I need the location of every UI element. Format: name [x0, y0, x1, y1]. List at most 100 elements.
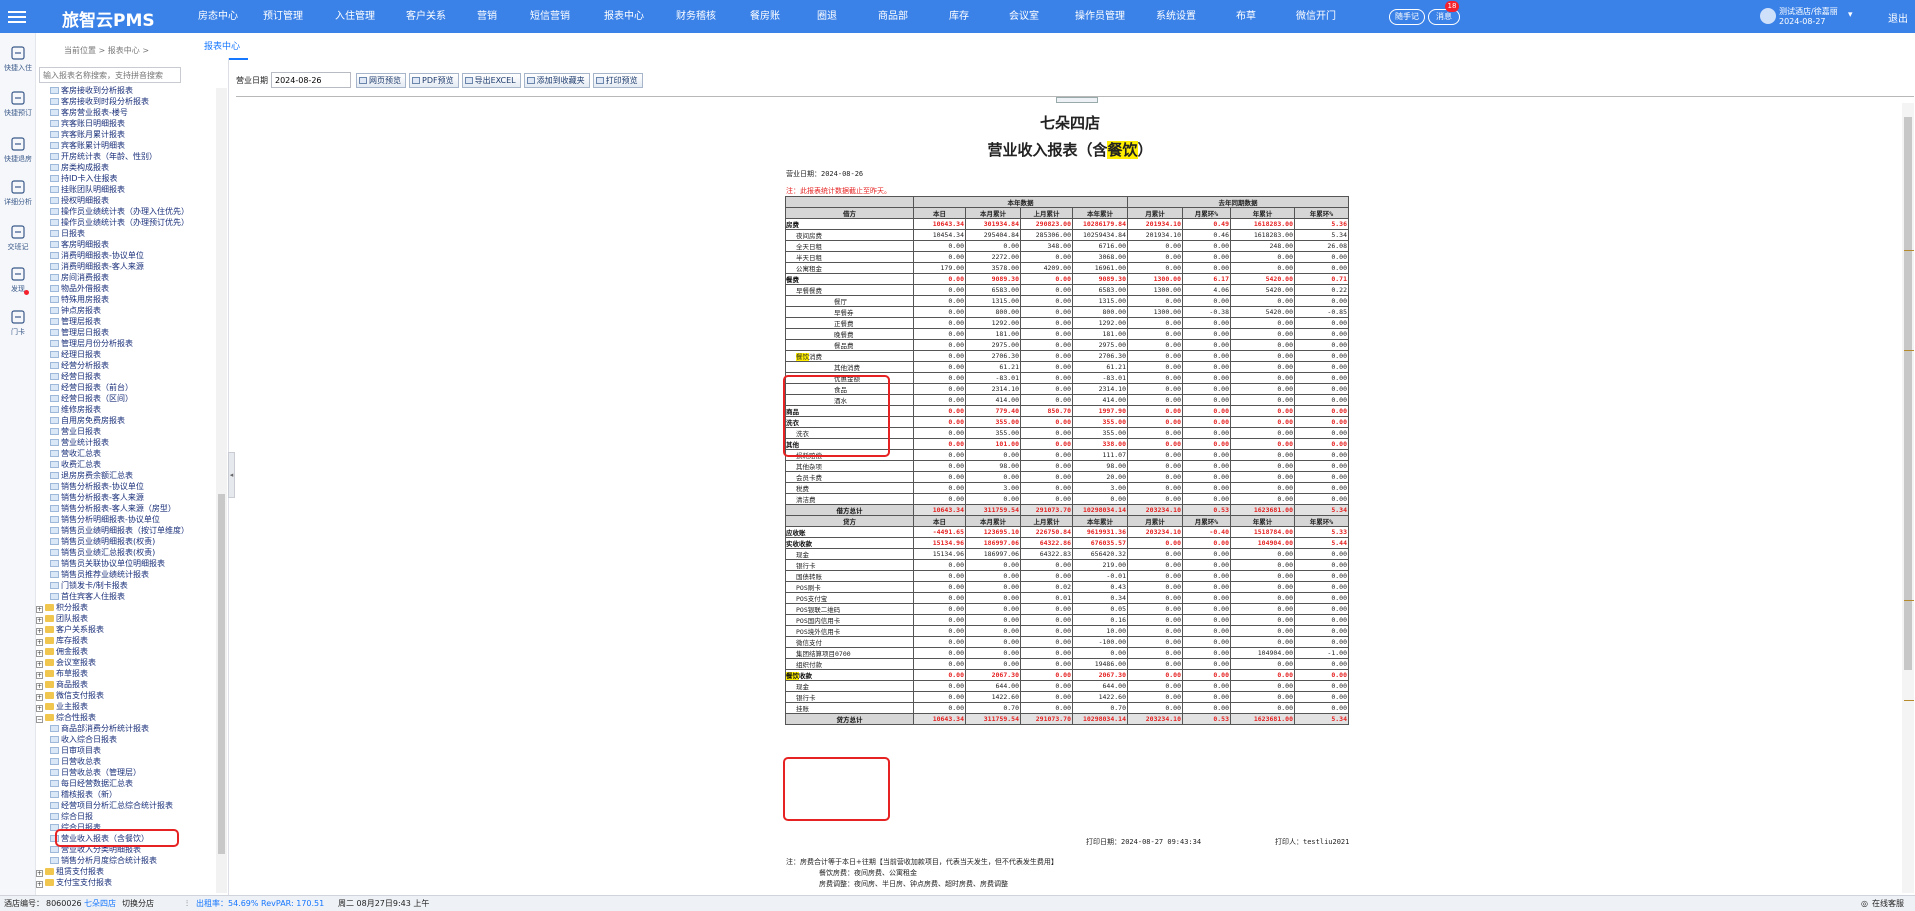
- rail-item[interactable]: 交班记: [0, 224, 36, 252]
- tree-folder[interactable]: − 综合性报表: [36, 712, 96, 723]
- tree-folder[interactable]: + 库存报表: [36, 635, 88, 646]
- tree-item[interactable]: 客房明细报表: [50, 239, 109, 250]
- tree-folder[interactable]: + 支付宝支付报表: [36, 877, 112, 888]
- nav-item[interactable]: 微信开门: [1280, 0, 1352, 33]
- tree-item[interactable]: 销售员业绩明细报表(权责): [50, 536, 155, 547]
- rail-item[interactable]: 门卡: [0, 309, 36, 337]
- tree-item[interactable]: 持ID卡入住报表: [50, 173, 118, 184]
- tree-folder[interactable]: + 积分报表: [36, 602, 88, 613]
- tree-item[interactable]: 挂账团队明细报表: [50, 184, 125, 195]
- tree-folder[interactable]: + 客户关系报表: [36, 624, 104, 635]
- nav-item[interactable]: 房态中心: [190, 0, 246, 33]
- tree-item[interactable]: 客房接收到时段分析报表: [50, 96, 149, 107]
- tree-folder[interactable]: + 团队报表: [36, 613, 88, 624]
- tree-item[interactable]: 授权明细报表: [50, 195, 109, 206]
- tree-item[interactable]: 消费明细报表-客人来源: [50, 261, 144, 272]
- tree-item[interactable]: 特殊用房报表: [50, 294, 109, 305]
- tree-folder[interactable]: + 会议室报表: [36, 657, 96, 668]
- chevron-down-icon[interactable]: ▾: [1848, 10, 1853, 20]
- nav-item[interactable]: 财务稽核: [660, 0, 732, 33]
- expand-toggle-icon[interactable]: +: [36, 650, 43, 657]
- expand-toggle-icon[interactable]: +: [36, 870, 43, 877]
- tree-item[interactable]: 经营日报表: [50, 371, 101, 382]
- tree-item[interactable]: 管理层日报表: [50, 327, 109, 338]
- expand-toggle-icon[interactable]: +: [36, 606, 43, 613]
- tree-item[interactable]: 门锁发卡/制卡报表: [50, 580, 128, 591]
- avatar[interactable]: [1760, 8, 1776, 24]
- tree-item[interactable]: 自用房免费房报表: [50, 415, 125, 426]
- expand-toggle-icon[interactable]: −: [36, 716, 43, 723]
- toolbar-button[interactable]: 添加到收藏夹: [523, 72, 590, 88]
- rail-item[interactable]: 快捷退房: [0, 136, 36, 164]
- tree-item[interactable]: 日报表: [50, 228, 85, 239]
- nav-item[interactable]: 短信营销: [512, 0, 588, 33]
- tree-item[interactable]: 经营项目分析汇总综合统计报表: [50, 800, 173, 811]
- tree-item[interactable]: 商品部消费分析统计报表: [50, 723, 149, 734]
- expand-toggle-icon[interactable]: +: [36, 672, 43, 679]
- tree-item[interactable]: 日审项目表: [50, 745, 101, 756]
- report-scrollbar-thumb[interactable]: [1904, 117, 1912, 670]
- tree-item[interactable]: 综合日报: [50, 811, 93, 822]
- switch-branch-link[interactable]: 切换分店: [122, 896, 154, 911]
- nav-item[interactable]: 客户关系: [390, 0, 462, 33]
- tree-item[interactable]: 销售员关联协议单位明细报表: [50, 558, 165, 569]
- tree-item[interactable]: 日营收总表: [50, 756, 101, 767]
- headset-icon[interactable]: ◎: [1861, 896, 1868, 911]
- expand-toggle-icon[interactable]: +: [36, 661, 43, 668]
- tree-item[interactable]: 经理日报表: [50, 349, 101, 360]
- viewer-splitter-handle[interactable]: [1056, 97, 1098, 103]
- user-name[interactable]: 测试酒店/徐嘉丽: [1779, 6, 1838, 17]
- tree-item[interactable]: 营业统计报表: [50, 437, 109, 448]
- tree-item[interactable]: 稽核报表（新）: [50, 789, 117, 800]
- tree-item[interactable]: 日营收总表（管理层）: [50, 767, 141, 778]
- tree-item[interactable]: 销售员业绩汇总报表(权责): [50, 547, 155, 558]
- rail-item[interactable]: 快捷入住: [0, 45, 36, 73]
- tree-folder[interactable]: + 微信支付报表: [36, 690, 104, 701]
- tree-folder[interactable]: + 佣金报表: [36, 646, 88, 657]
- expand-toggle-icon[interactable]: +: [36, 683, 43, 690]
- business-date-input[interactable]: [271, 72, 351, 88]
- logout-link[interactable]: 退出: [1888, 10, 1908, 25]
- tree-item[interactable]: 宾客账累计明细表: [50, 140, 125, 151]
- tree-item[interactable]: 宾客账日明细报表: [50, 118, 125, 129]
- tree-item[interactable]: 首住宾客人住报表: [50, 591, 125, 602]
- tree-item[interactable]: 销售分析报表-客人来源: [50, 492, 144, 503]
- tree-item[interactable]: 管理层报表: [50, 316, 101, 327]
- tree-item[interactable]: 收入综合日报表: [50, 734, 117, 745]
- online-service-link[interactable]: 在线客服: [1872, 896, 1904, 911]
- tree-item[interactable]: 每日经营数据汇总表: [50, 778, 133, 789]
- nav-item[interactable]: 预订管理: [246, 0, 320, 33]
- tree-item[interactable]: 销售分析明细报表-协议单位: [50, 514, 160, 525]
- rail-item[interactable]: 发现: [0, 266, 36, 294]
- expand-toggle-icon[interactable]: +: [36, 881, 43, 888]
- toolbar-button[interactable]: 导出EXCEL: [461, 72, 521, 88]
- tree-item[interactable]: 客房营业报表-楼号: [50, 107, 128, 118]
- tree-item[interactable]: 经营日报表（区间）: [50, 393, 133, 404]
- tree-item[interactable]: 开房统计表（年龄、性别）: [50, 151, 157, 162]
- rail-item[interactable]: 快捷预订: [0, 90, 36, 118]
- expand-toggle-icon[interactable]: +: [36, 694, 43, 701]
- tree-item[interactable]: 销售员推荐业绩统计报表: [50, 569, 149, 580]
- tree-item[interactable]: 操作员业绩统计表（办理入住优先）: [50, 206, 189, 217]
- nav-item[interactable]: 会议室: [988, 0, 1060, 33]
- nav-item[interactable]: 商品部: [856, 0, 930, 33]
- tree-item[interactable]: 房类构成报表: [50, 162, 109, 173]
- nav-item[interactable]: 库存: [930, 0, 988, 33]
- tree-item[interactable]: 营业日报表: [50, 426, 101, 437]
- sidebar-scrollbar-thumb[interactable]: [218, 494, 225, 854]
- tree-item[interactable]: 经营分析报表: [50, 360, 109, 371]
- toolbar-button[interactable]: 网页预览: [356, 72, 406, 88]
- nav-item[interactable]: 报表中心: [588, 0, 660, 33]
- tree-item[interactable]: 销售分析报表-客人来源（房型）: [50, 503, 176, 514]
- tree-item[interactable]: 销售分析月度综合统计报表: [50, 855, 157, 866]
- tree-item[interactable]: 维修房报表: [50, 404, 101, 415]
- tree-item[interactable]: 宾客账月累计报表: [50, 129, 125, 140]
- expand-toggle-icon[interactable]: +: [36, 705, 43, 712]
- tree-item[interactable]: 客房接收到分析报表: [50, 85, 133, 96]
- expand-toggle-icon[interactable]: +: [36, 628, 43, 635]
- nav-item[interactable]: 布草: [1212, 0, 1280, 33]
- tree-folder[interactable]: + 租赁支付报表: [36, 866, 104, 877]
- nav-item[interactable]: 系统设置: [1140, 0, 1212, 33]
- nav-item[interactable]: 入住管理: [320, 0, 390, 33]
- report-search-input[interactable]: [39, 67, 181, 83]
